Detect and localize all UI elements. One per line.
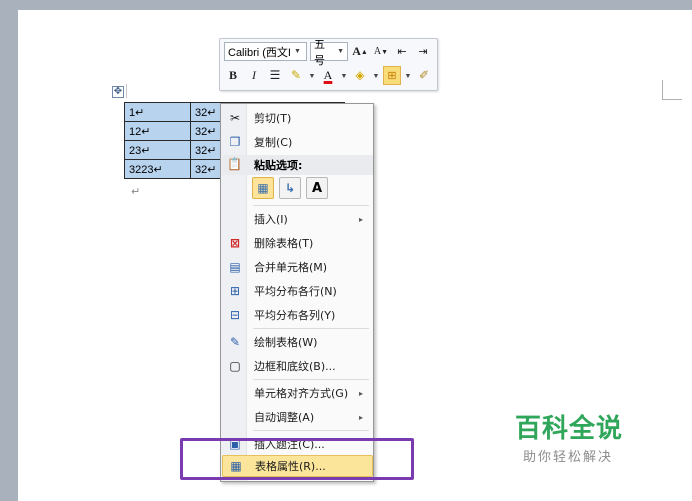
merge-cells-icon: ▤ (229, 260, 241, 274)
bold-button[interactable]: B (224, 66, 242, 85)
table-cell[interactable]: 32↵ (189, 140, 222, 160)
table-move-handle-icon[interactable]: ✥ (112, 86, 124, 98)
paste-merge-format-icon[interactable]: ↳ (279, 177, 301, 199)
chevron-down-icon[interactable]: ▼ (340, 66, 348, 85)
highlight-color-icon[interactable]: ✎ (287, 66, 305, 85)
mini-toolbar: Calibri (西文I ▼ 五号 ▼ A ▲ A ▼ ⇤ ⇥ B I ☰ ✎ ▼ … (219, 38, 438, 91)
submenu-arrow-icon: ▸ (359, 388, 364, 398)
paragraph-mark: ↵ (131, 185, 141, 198)
menu-item-delete-table[interactable]: ⊠ 删除表格(T) (222, 232, 373, 254)
menu-item-distribute-rows[interactable]: ⊞ 平均分布各行(N) (222, 280, 373, 302)
margin-corner-mark (662, 80, 682, 100)
shrink-font-button[interactable]: A ▼ (372, 42, 390, 61)
font-size-value: 五号 (314, 38, 325, 67)
menu-item-label: 平均分布各列(Y) (254, 309, 336, 322)
draw-table-icon: ✎ (229, 335, 241, 349)
chevron-down-icon: ▼ (293, 48, 301, 55)
grow-font-button[interactable]: A ▲ (351, 42, 369, 61)
menu-item-merge-cells[interactable]: ▤ 合并单元格(M) (222, 256, 373, 278)
delete-table-icon: ⊠ (229, 236, 241, 250)
decrease-indent-icon[interactable]: ⇤ (393, 42, 411, 61)
font-name-combo[interactable]: Calibri (西文I ▼ (224, 42, 307, 61)
chevron-down-icon[interactable]: ▼ (308, 66, 316, 85)
format-painter-icon[interactable]: ✐ (415, 66, 433, 85)
menu-item-autofit[interactable]: 自动调整(A) ▸ (222, 406, 373, 428)
font-size-combo[interactable]: 五号 ▼ (310, 39, 348, 67)
menu-item-cell-alignment[interactable]: 单元格对齐方式(G) ▸ (222, 382, 373, 404)
submenu-arrow-icon: ▸ (359, 412, 364, 422)
increase-indent-icon[interactable]: ⇥ (414, 42, 432, 61)
menu-separator (253, 205, 369, 206)
menu-item-label: 边框和底纹(B)... (254, 360, 336, 373)
borders-shading-icon: ▢ (229, 359, 241, 373)
chevron-down-icon[interactable]: ▼ (372, 66, 380, 85)
menu-item-label: 删除表格(T) (254, 237, 314, 250)
center-align-icon[interactable]: ☰ (266, 66, 284, 85)
paste-options-heading: 粘贴选项: (222, 155, 373, 175)
chevron-down-icon: ▼ (337, 48, 344, 55)
menu-item-label: 复制(C) (254, 136, 293, 149)
borders-icon[interactable]: ⊞ (383, 66, 401, 85)
menu-item-cut[interactable]: ✂ 剪切(T) (222, 107, 373, 129)
distribute-rows-icon: ⊞ (229, 284, 241, 298)
paste-keep-format-icon[interactable]: ▦ (252, 177, 274, 199)
shading-icon[interactable]: ◈ (351, 66, 369, 85)
table-cell[interactable]: 1↵ (124, 102, 191, 122)
chevron-down-icon[interactable]: ▼ (404, 66, 412, 85)
menu-item-label: 自动调整(A) (254, 411, 315, 424)
menu-item-copy[interactable]: ❐ 复制(C) (222, 131, 373, 153)
highlight-frame (180, 438, 414, 480)
table-cell[interactable]: 32↵ (189, 102, 222, 122)
menu-item-borders-shading[interactable]: ▢ 边框和底纹(B)... (222, 355, 373, 377)
menu-item-distribute-cols[interactable]: ⊟ 平均分布各列(Y) (222, 304, 373, 326)
menu-item-label: 平均分布各行(N) (254, 285, 337, 298)
menu-item-label: 单元格对齐方式(G) (254, 387, 349, 400)
watermark-slogan: 助你轻松解决 (523, 450, 614, 465)
paste-options-row: ▦ ↳ A (252, 177, 328, 199)
copy-icon: ❐ (229, 135, 241, 149)
table-cell[interactable]: 23↵ (124, 140, 191, 160)
menu-item-label: 合并单元格(M) (254, 261, 328, 274)
menu-item-label: 绘制表格(W) (254, 336, 318, 349)
table-cell[interactable]: 32↵ (189, 159, 222, 179)
scissors-icon: ✂ (229, 111, 241, 125)
menu-item-draw-table[interactable]: ✎ 绘制表格(W) (222, 331, 373, 353)
watermark-logo: 百科全说 (515, 414, 624, 444)
submenu-arrow-icon: ▸ (359, 214, 364, 224)
table-cell[interactable]: 32↵ (189, 121, 222, 141)
table-cell[interactable]: 12↵ (124, 121, 191, 141)
menu-item-insert[interactable]: 插入(I) ▸ (222, 208, 373, 230)
table-cell[interactable]: 3223↵ (124, 159, 191, 179)
menu-item-label: 插入(I) (254, 213, 288, 226)
paste-text-only-button[interactable]: A (306, 177, 328, 199)
menu-separator (253, 328, 369, 329)
context-menu: ✂ 剪切(T) ❐ 复制(C) 粘贴选项: 📋 ▦ ↳ A 插入(I) ▸ ⊠ … (220, 103, 374, 482)
menu-separator (253, 430, 369, 431)
menu-item-label: 剪切(T) (254, 112, 292, 125)
font-name-value: Calibri (西文I (228, 46, 291, 59)
italic-button[interactable]: I (245, 66, 263, 85)
font-color-button[interactable]: A (319, 66, 337, 85)
distribute-columns-icon: ⊟ (229, 308, 241, 322)
menu-separator (253, 379, 369, 380)
clipboard-icon: 📋 (227, 157, 242, 171)
table-top-edge (126, 84, 127, 98)
